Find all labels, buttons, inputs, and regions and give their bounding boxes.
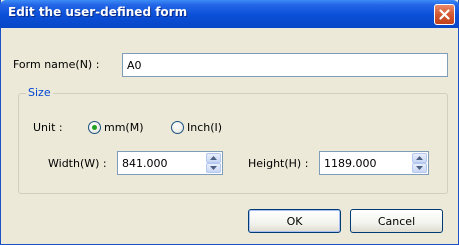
unit-label: Unit :: [33, 121, 63, 134]
close-icon: [439, 9, 450, 20]
title-bar[interactable]: Edit the user-defined form: [0, 0, 459, 28]
dialog-title: Edit the user-defined form: [8, 5, 188, 19]
width-spin-up-button[interactable]: [206, 153, 221, 163]
unit-mm-radio[interactable]: [88, 121, 101, 134]
width-label: Width(W) :: [48, 157, 107, 170]
width-spin-buttons: [206, 153, 221, 173]
width-spin-down-button[interactable]: [206, 163, 221, 173]
form-name-input[interactable]: [123, 54, 447, 76]
height-spin-down-button[interactable]: [412, 163, 427, 173]
spin-up-arrow-icon: [416, 156, 423, 160]
cancel-button[interactable]: Cancel: [350, 209, 443, 233]
height-spin-up-button[interactable]: [412, 153, 427, 163]
height-spinbox[interactable]: [319, 151, 429, 175]
size-groupbox: [18, 93, 448, 194]
spin-down-arrow-icon: [416, 166, 423, 170]
form-name-field[interactable]: [122, 53, 448, 77]
edit-form-dialog: Edit the user-defined form Form name(N) …: [0, 0, 459, 245]
form-name-label: Form name(N) :: [13, 58, 100, 71]
height-input[interactable]: [320, 152, 412, 174]
unit-inch-radio[interactable]: [171, 121, 184, 134]
height-label: Height(H) :: [248, 157, 309, 170]
height-spin-buttons: [412, 153, 427, 173]
spin-down-arrow-icon: [210, 166, 217, 170]
width-input[interactable]: [118, 152, 206, 174]
spin-up-arrow-icon: [210, 156, 217, 160]
unit-inch-label[interactable]: Inch(I): [187, 121, 222, 134]
radio-selected-dot: [92, 125, 97, 130]
size-group-caption: Size: [26, 86, 53, 99]
unit-mm-label[interactable]: mm(M): [104, 121, 144, 134]
ok-button[interactable]: OK: [248, 209, 341, 233]
width-spinbox[interactable]: [117, 151, 223, 175]
close-button[interactable]: [434, 4, 455, 25]
